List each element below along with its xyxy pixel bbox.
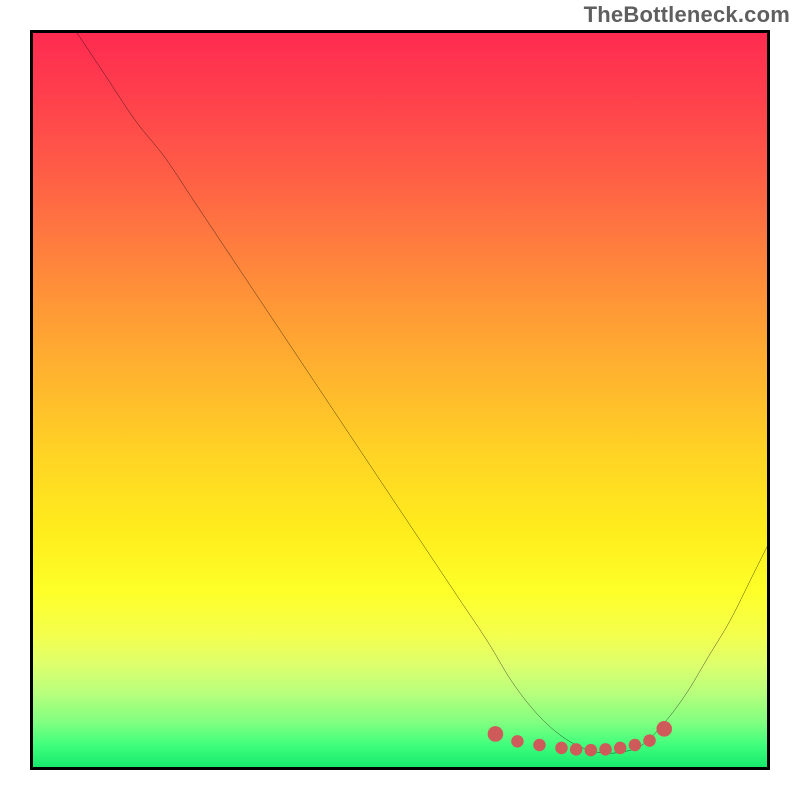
- plot-area: [30, 30, 770, 770]
- min-region-dots: [488, 721, 672, 756]
- min-dot: [555, 742, 567, 754]
- min-dot: [656, 721, 672, 737]
- watermark-text: TheBottleneck.com: [584, 2, 790, 28]
- min-dot: [533, 739, 545, 751]
- min-dot: [488, 726, 504, 742]
- min-dot: [629, 739, 641, 751]
- min-dot: [585, 744, 597, 756]
- min-dot: [614, 742, 626, 754]
- chart-svg: [33, 33, 767, 767]
- min-dot: [643, 734, 655, 746]
- bottleneck-curve: [77, 33, 767, 753]
- chart-stage: TheBottleneck.com: [0, 0, 800, 800]
- curve-layer: [77, 33, 767, 753]
- min-dot: [570, 743, 582, 755]
- min-dot: [511, 735, 523, 747]
- min-dot: [599, 743, 611, 755]
